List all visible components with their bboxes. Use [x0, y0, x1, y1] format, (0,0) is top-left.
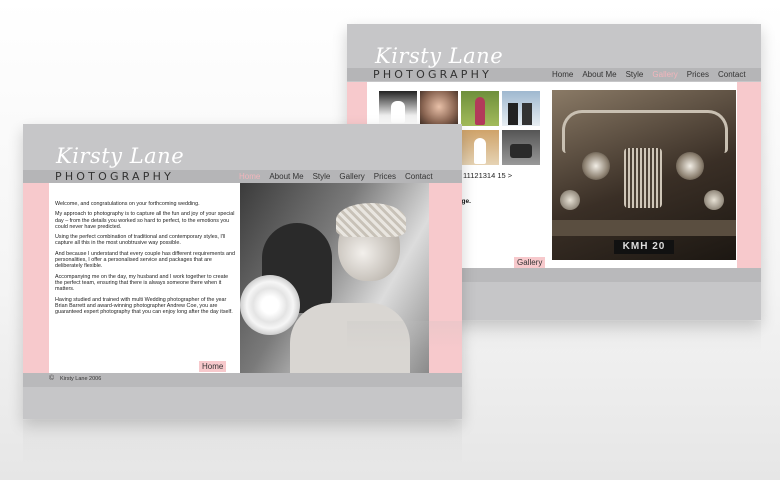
gallery-thumb-5[interactable] — [461, 130, 499, 165]
left-pink-bar — [23, 183, 49, 373]
nav-item-style[interactable]: Style — [626, 70, 644, 79]
license-plate: KMH 20 — [614, 240, 674, 254]
header: Kirsty Lane — [23, 124, 462, 170]
paragraph: Having studied and trained with multi We… — [55, 296, 233, 316]
paragraph: Accompanying me on the day, my husband a… — [55, 273, 229, 293]
brand-wordmark: PHOTOGRAPHY — [55, 170, 175, 183]
brand-wordmark: PHOTOGRAPHY — [373, 68, 493, 81]
vintage-car-photo: KMH 20 — [552, 90, 736, 260]
nav-item-gallery[interactable]: Gallery — [652, 70, 677, 79]
nav-item-contact[interactable]: Contact — [405, 172, 433, 181]
nav-item-style[interactable]: Style — [313, 172, 331, 181]
nav-item-about-me[interactable]: About Me — [582, 70, 616, 79]
brand-script: Kirsty Lane — [56, 144, 185, 168]
section-tab-label: Gallery — [514, 257, 546, 268]
brand-script: Kirsty Lane — [375, 44, 504, 68]
gallery-thumb-1[interactable] — [379, 91, 417, 126]
nav-item-prices[interactable]: Prices — [374, 172, 396, 181]
pagination[interactable]: 11121314 15 > — [463, 171, 512, 180]
nav-item-contact[interactable]: Contact — [718, 70, 746, 79]
nav-item-gallery[interactable]: Gallery — [339, 172, 364, 181]
paragraph: And because I understand that every coup… — [55, 250, 236, 270]
right-pink-bar — [737, 82, 761, 268]
copyright-icon: © — [49, 375, 55, 382]
nav-item-home[interactable]: Home — [552, 70, 573, 79]
gallery-thumb-2[interactable] — [420, 91, 458, 126]
nav-item-about-me[interactable]: About Me — [269, 172, 303, 181]
main-nav: Home About Me Style Gallery Prices Contact — [239, 172, 433, 181]
header: Kirsty Lane — [347, 24, 761, 68]
footer-bar: © Kirsty Lane 2006 — [23, 373, 462, 387]
home-page-mockup: Kirsty Lane PHOTOGRAPHY Home About Me Styl… — [23, 124, 462, 419]
copyright-text: Kirsty Lane 2006 — [60, 376, 102, 382]
paragraph: Using the perfect combination of traditi… — [55, 234, 226, 247]
nav-bar: PHOTOGRAPHY Home About Me Style Gallery Pric… — [23, 170, 462, 183]
nav-item-home[interactable]: Home — [239, 172, 260, 181]
nav-bar: PHOTOGRAPHY Home About Me Style Gallery Pric… — [347, 68, 761, 81]
back-mockup-reflection — [347, 321, 761, 351]
nav-item-prices[interactable]: Prices — [687, 70, 709, 79]
gallery-thumb-4[interactable] — [502, 91, 540, 126]
paragraph: Welcome, and congratulations on your for… — [55, 201, 200, 207]
section-tab-label: Home — [199, 361, 227, 372]
welcome-text: Welcome, and congratulations on your for… — [55, 201, 235, 319]
front-mockup-reflection — [23, 420, 462, 465]
gallery-thumb-6[interactable] — [502, 130, 540, 165]
main-nav: Home About Me Style Gallery Prices Contact — [552, 70, 746, 79]
gallery-thumb-3[interactable] — [461, 91, 499, 126]
paragraph: My approach to photography is to capture… — [55, 211, 235, 230]
